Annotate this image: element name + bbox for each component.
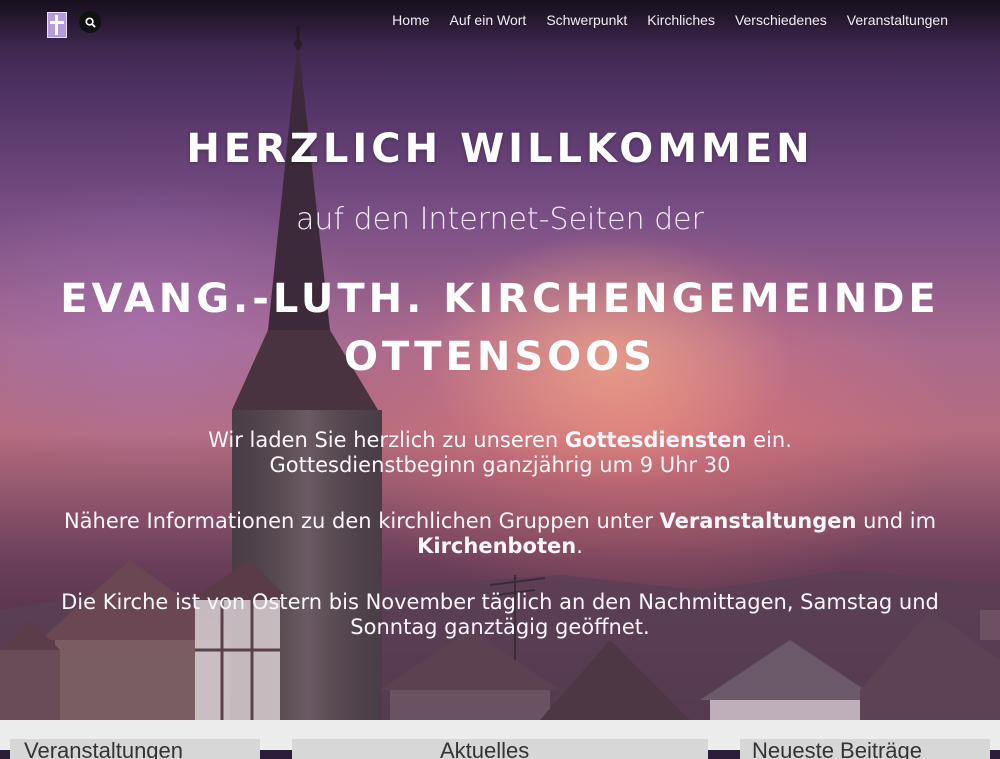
opening-hours-line2: Sonntag ganztägig geöffnet. <box>350 615 650 639</box>
hero-banner: Home Auf ein Wort Schwerpunkt Kirchliche… <box>0 0 1000 720</box>
service-time: Gottesdienstbeginn ganzjährig um 9 Uhr 3… <box>269 453 731 477</box>
nav-schwerpunkt[interactable]: Schwerpunkt <box>546 12 627 28</box>
parish-heading-line2: OTTENSOOS <box>344 334 656 380</box>
nav-verschiedenes[interactable]: Verschiedenes <box>735 12 827 28</box>
card-title: Aktuelles <box>440 739 530 759</box>
card-neueste-beitraege[interactable]: Neueste Beiträge <box>740 739 990 759</box>
top-navigation-bar: Home Auf ein Wort Schwerpunkt Kirchliche… <box>0 0 1000 44</box>
content-cards-strip: Veranstaltungen Aktuelles Neueste Beiträ… <box>0 720 1000 759</box>
main-menu: Home Auf ein Wort Schwerpunkt Kirchliche… <box>392 12 948 28</box>
nav-kirchliches[interactable]: Kirchliches <box>647 12 715 28</box>
groups-info: Nähere Informationen zu den kirchlichen … <box>0 509 1000 559</box>
kirchenbote-link[interactable]: Kirchenboten <box>417 534 576 558</box>
service-info-end: ein. <box>746 428 792 452</box>
nav-veranstaltungen[interactable]: Veranstaltungen <box>847 12 948 28</box>
events-link[interactable]: Veranstaltungen <box>660 509 857 533</box>
card-title: Veranstaltungen <box>24 739 184 759</box>
parish-heading-line1: EVANG.-LUTH. KIRCHENGEMEINDE <box>60 276 940 322</box>
groups-info-text: Nähere Informationen zu den kirchlichen … <box>63 509 660 533</box>
search-button[interactable] <box>79 11 101 33</box>
card-title: Neueste Beiträge <box>752 739 922 759</box>
opening-hours: Die Kirche ist von Ostern bis November t… <box>0 590 1000 640</box>
search-icon <box>84 16 96 28</box>
welcome-title: HERZLICH WILLKOMMEN <box>186 126 814 172</box>
service-link[interactable]: Gottesdiensten <box>565 428 747 452</box>
service-info-text: Wir laden Sie herzlich zu unseren <box>208 428 565 452</box>
groups-info-mid: und im <box>856 509 937 533</box>
opening-hours-line1: Die Kirche ist von Ostern bis November t… <box>61 590 939 614</box>
service-info: Wir laden Sie herzlich zu unseren Gottes… <box>0 428 1000 478</box>
groups-info-end: . <box>576 534 583 558</box>
nav-auf-ein-wort[interactable]: Auf ein Wort <box>450 12 527 28</box>
cross-logo-icon[interactable] <box>47 12 67 38</box>
welcome-subtitle: auf den Internet-Seiten der <box>296 202 704 237</box>
card-veranstaltungen[interactable]: Veranstaltungen <box>10 739 260 759</box>
parish-heading: EVANG.-LUTH. KIRCHENGEMEINDE OTTENSOOS <box>0 270 1000 386</box>
card-aktuelles[interactable]: Aktuelles <box>292 739 708 759</box>
nav-home[interactable]: Home <box>392 12 429 28</box>
